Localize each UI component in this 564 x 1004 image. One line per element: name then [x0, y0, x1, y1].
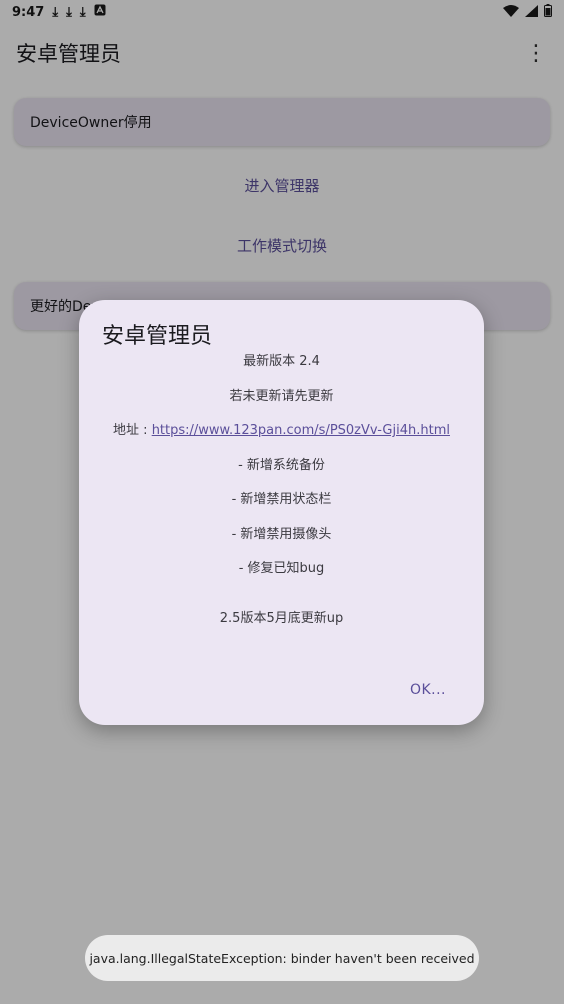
change-item: - 新增禁用摄像头 — [231, 527, 332, 542]
version-text: 最新版本 2.4 — [243, 354, 320, 369]
change-item: - 新增禁用状态栏 — [231, 492, 332, 507]
change-item: - 新增系统备份 — [238, 458, 325, 473]
error-toast: java.lang.IllegalStateException: binder … — [85, 935, 479, 981]
change-item: - 修复已知bug — [238, 561, 325, 576]
dialog-title: 安卓管理员 — [102, 324, 213, 349]
update-prompt-text: 若未更新请先更新 — [229, 389, 334, 404]
ok-button[interactable]: OK... — [410, 682, 446, 698]
update-dialog: 安卓管理员 最新版本 2.4 若未更新请先更新 地址 : https://www… — [79, 300, 484, 725]
address-row: 地址 : https://www.123pan.com/s/PS0zVv-Gji… — [79, 419, 484, 438]
address-label: 地址 : — [113, 423, 152, 438]
download-link[interactable]: https://www.123pan.com/s/PS0zVv-Gji4h.ht… — [152, 423, 450, 438]
next-version-note: 2.5版本5月底更新up — [219, 611, 344, 626]
toast-message: java.lang.IllegalStateException: binder … — [89, 950, 475, 966]
